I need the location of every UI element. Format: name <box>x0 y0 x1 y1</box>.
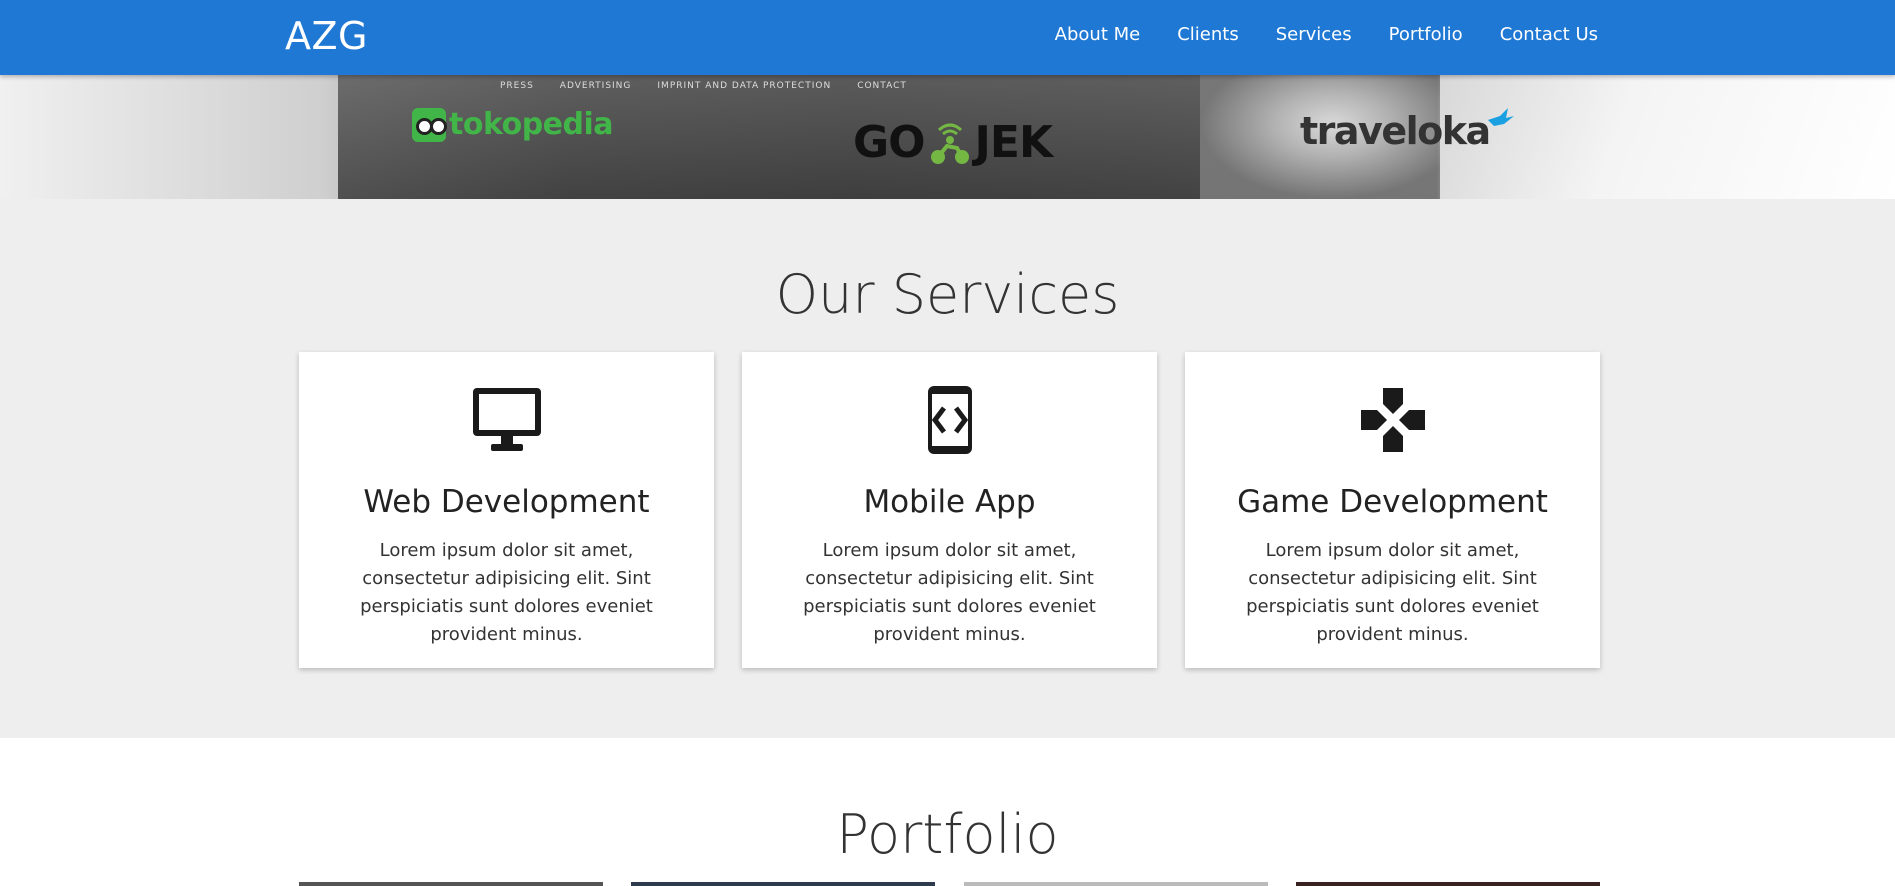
service-card-title: Mobile App <box>863 484 1036 520</box>
service-card-text: Lorem ipsum dolor sit amet, consectetur … <box>803 540 1096 645</box>
nav-about-me[interactable]: About Me <box>1055 24 1141 45</box>
traveloka-logo-text: traveloka <box>1300 109 1491 153</box>
background-menu-item: PRESS <box>500 81 534 91</box>
traveloka-bird-icon <box>1487 108 1514 126</box>
background-menu-item: CONTACT <box>857 81 907 91</box>
background-menu-item: IMPRINT AND DATA PROTECTION <box>657 81 832 91</box>
portfolio-thumbnail[interactable] <box>964 882 1268 886</box>
service-card-text: Lorem ipsum dolor sit amet, consectetur … <box>1246 540 1539 645</box>
portfolio-title: Portfolio <box>836 803 1059 866</box>
clients-banner: PRESS ADVERTISING IMPRINT AND DATA PROTE… <box>0 75 1895 199</box>
portfolio-thumbnail[interactable] <box>1296 882 1600 886</box>
service-card-title: Game Development <box>1237 484 1548 520</box>
nav-clients[interactable]: Clients <box>1177 24 1239 45</box>
background-menu-strip: PRESS ADVERTISING IMPRINT AND DATA PROTE… <box>500 81 907 91</box>
nav-links: About Me Clients Services Portfolio Cont… <box>1055 24 1598 45</box>
nav-services[interactable]: Services <box>1276 24 1352 45</box>
brand-logo[interactable]: AZG <box>285 14 368 58</box>
gojek-rider-icon <box>927 120 973 166</box>
gamepad-icon <box>1357 386 1429 454</box>
traveloka-logo: traveloka <box>1300 108 1516 153</box>
gojek-logo-right: JEK <box>974 117 1054 168</box>
portfolio-thumbnail[interactable] <box>631 882 935 886</box>
service-card-text: Lorem ipsum dolor sit amet, consectetur … <box>360 540 653 645</box>
nav-portfolio[interactable]: Portfolio <box>1389 24 1463 45</box>
service-card-game-development: Game Development Lorem ipsum dolor sit a… <box>1185 352 1600 668</box>
service-card-mobile-app: Mobile App Lorem ipsum dolor sit amet, c… <box>742 352 1157 668</box>
monitor-icon <box>471 386 543 454</box>
services-title: Our Services <box>775 263 1120 326</box>
services-section: Our Services Web Development Lorem ipsum… <box>0 199 1895 738</box>
gojek-logo-left: GO <box>853 117 926 168</box>
navbar: AZG About Me Clients Services Portfolio … <box>0 0 1895 75</box>
tokopedia-logo: tokopedia <box>412 107 614 142</box>
nav-contact-us[interactable]: Contact Us <box>1500 24 1598 45</box>
service-card-web-development: Web Development Lorem ipsum dolor sit am… <box>299 352 714 668</box>
mobile-code-icon <box>914 386 986 454</box>
gojek-logo: GO JEK <box>853 117 1054 168</box>
portfolio-section: Portfolio <box>0 738 1895 886</box>
tokopedia-logo-text: tokopedia <box>449 107 614 142</box>
gojek-logo-text: GO JEK <box>853 117 1054 168</box>
tokopedia-owl-icon <box>412 107 447 142</box>
background-menu-item: ADVERTISING <box>559 81 632 91</box>
service-card-title: Web Development <box>363 484 650 520</box>
portfolio-thumbnail[interactable] <box>299 882 603 886</box>
